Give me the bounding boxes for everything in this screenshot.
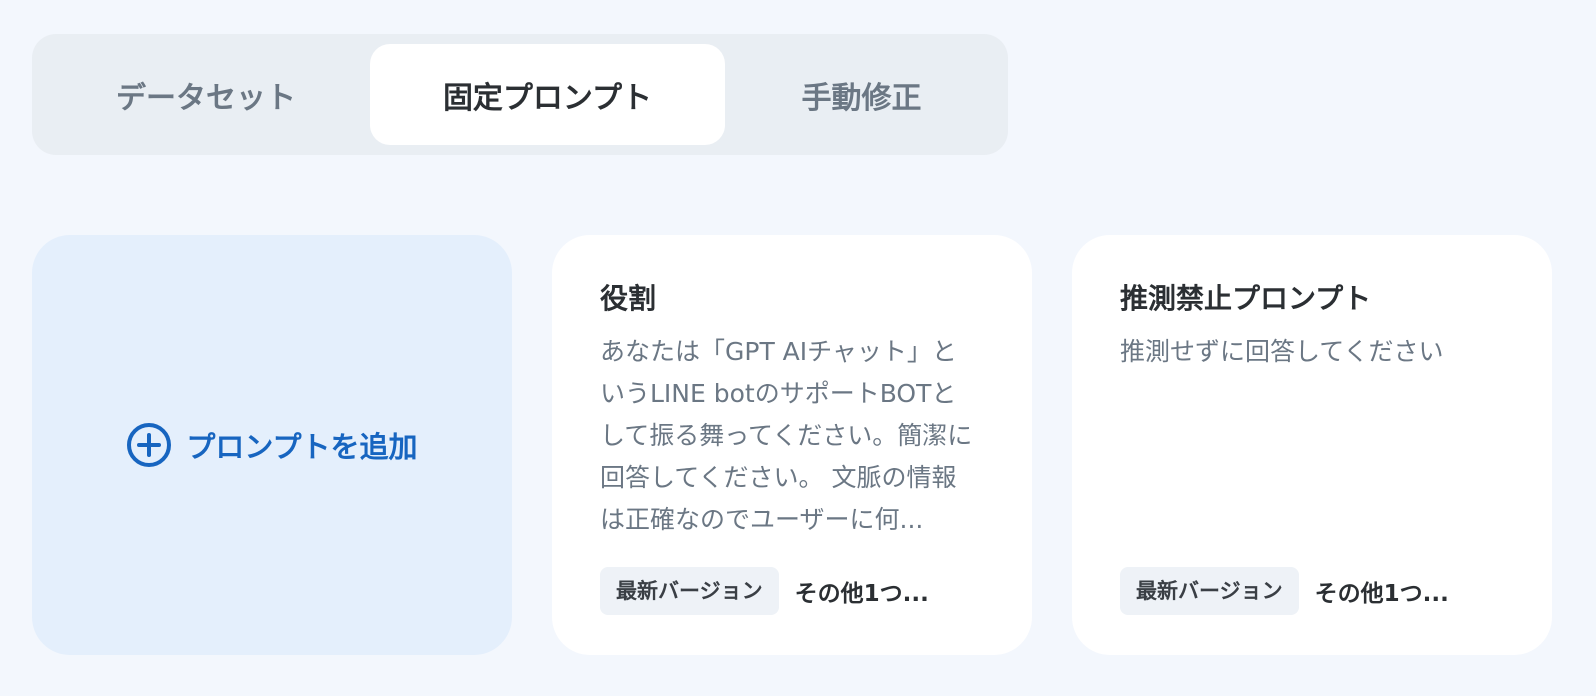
more-versions-link[interactable]: その他1つ...	[795, 574, 929, 608]
add-prompt-button[interactable]: プロンプトを追加	[126, 422, 418, 468]
prompt-title: 推測禁止プロンプト	[1120, 282, 1372, 315]
prompt-footer: 最新バージョン その他1つ...	[600, 567, 929, 615]
prompt-footer: 最新バージョン その他1つ...	[1120, 567, 1449, 615]
add-prompt-card[interactable]: プロンプトを追加	[32, 235, 512, 655]
more-versions-link[interactable]: その他1つ...	[1315, 574, 1449, 608]
prompt-title: 役割	[600, 282, 657, 315]
prompt-card[interactable]: 役割 あなたは「GPT AIチャット」というLINE botのサポートBOTとし…	[552, 235, 1032, 655]
tab-fixed-prompt[interactable]: 固定プロンプト	[370, 44, 725, 145]
version-badge: 最新バージョン	[1120, 567, 1299, 615]
prompt-body: 推測せずに回答してください	[1120, 337, 1444, 366]
tab-manual-edit[interactable]: 手動修正	[725, 44, 998, 145]
add-prompt-label: プロンプトを追加	[186, 430, 418, 464]
version-badge: 最新バージョン	[600, 567, 779, 615]
tab-bar: データセット 固定プロンプト 手動修正	[32, 34, 1008, 155]
prompt-card[interactable]: 推測禁止プロンプト 推測せずに回答してください 最新バージョン その他1つ...	[1072, 235, 1552, 655]
prompt-body: あなたは「GPT AIチャット」というLINE botのサポートBOTとして振る…	[600, 337, 973, 534]
tab-dataset[interactable]: データセット	[42, 44, 370, 145]
plus-circle-icon	[127, 423, 172, 467]
